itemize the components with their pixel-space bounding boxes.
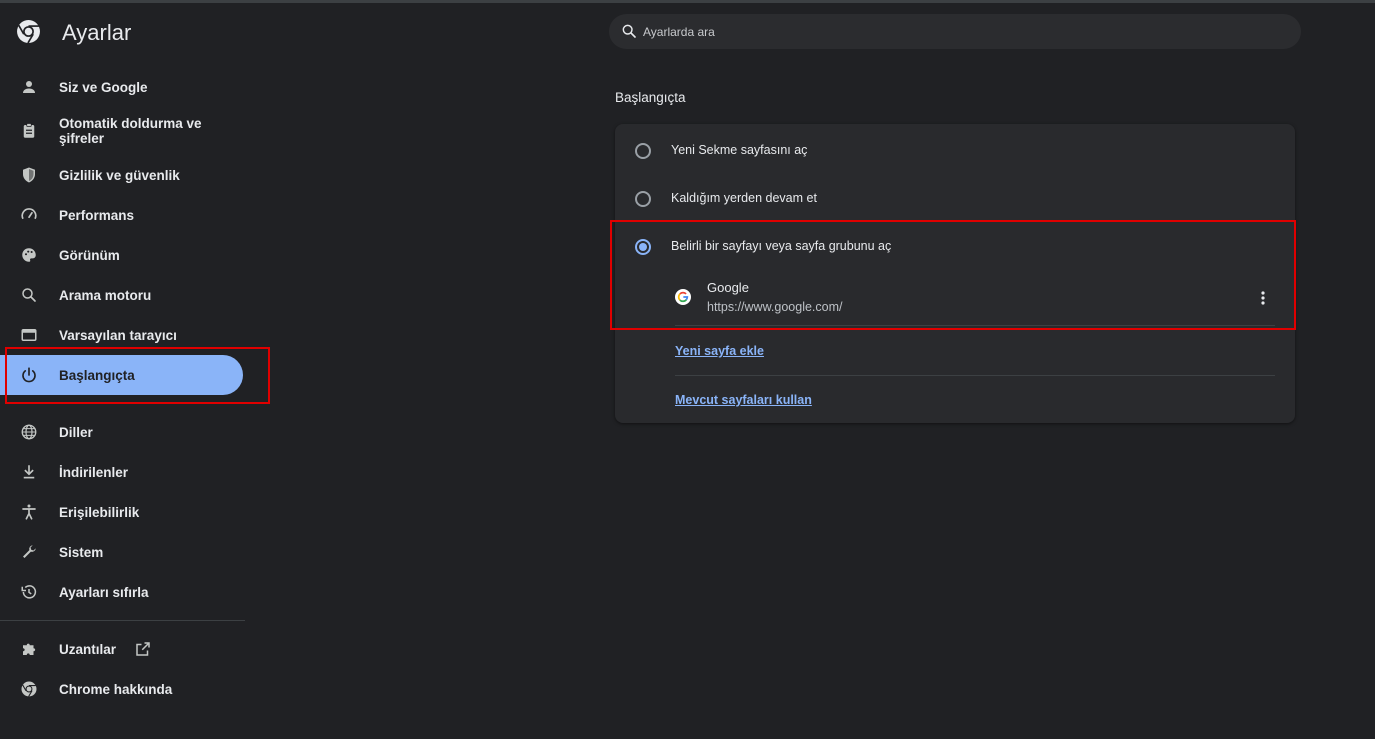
chrome-logo-icon bbox=[17, 20, 40, 44]
sidebar-item-label: Erişilebilirlik bbox=[59, 504, 140, 520]
sidebar-item-label: Varsayılan tarayıcı bbox=[59, 327, 177, 343]
wrench-icon bbox=[19, 542, 39, 562]
sidebar-item-label: Sistem bbox=[59, 544, 104, 560]
sidebar-item-reset-settings[interactable]: Ayarları sıfırla bbox=[0, 572, 243, 612]
sidebar-item-label: İndirilenler bbox=[59, 464, 129, 480]
sidebar-item-performance[interactable]: Performans bbox=[0, 195, 243, 235]
sidebar-item-default-browser[interactable]: Varsayılan tarayıcı bbox=[0, 315, 243, 355]
palette-icon bbox=[19, 245, 39, 265]
search-icon bbox=[19, 285, 39, 305]
sidebar-item-extensions[interactable]: Uzantılar bbox=[0, 629, 243, 669]
sidebar-item-appearance[interactable]: Görünüm bbox=[0, 235, 243, 275]
shield-icon bbox=[19, 165, 39, 185]
download-icon bbox=[19, 462, 39, 482]
sidebar-divider bbox=[0, 620, 245, 621]
radio-label: Yeni Sekme sayfasını aç bbox=[671, 143, 808, 157]
sidebar-item-search-engine[interactable]: Arama motoru bbox=[0, 275, 243, 315]
sidebar-item-label: Uzantılar bbox=[59, 641, 117, 657]
accessibility-icon bbox=[19, 502, 39, 522]
sidebar-item-about-chrome[interactable]: Chrome hakkında bbox=[0, 669, 243, 709]
person-icon bbox=[19, 77, 39, 97]
settings-search-box[interactable] bbox=[609, 14, 1301, 49]
use-current-pages-link[interactable]: Mevcut sayfaları kullan bbox=[675, 393, 812, 407]
add-new-page-link[interactable]: Yeni sayfa ekle bbox=[675, 344, 764, 358]
sidebar-item-autofill[interactable]: Otomatik doldurma ve şifreler bbox=[0, 111, 243, 151]
more-vert-icon bbox=[1261, 291, 1265, 305]
radio-label: Kaldığım yerden devam et bbox=[671, 191, 817, 205]
divider bbox=[675, 375, 1275, 376]
sidebar-item-label: Chrome hakkında bbox=[59, 681, 173, 697]
sidebar-item-label: Otomatik doldurma ve şifreler bbox=[59, 116, 202, 146]
page-title: Ayarlar bbox=[62, 20, 132, 45]
page-name: Google bbox=[707, 280, 749, 295]
sidebar-item-label: Arama motoru bbox=[59, 287, 152, 303]
sidebar-item-label: Ayarları sıfırla bbox=[59, 584, 149, 600]
sidebar-item-label: Performans bbox=[59, 207, 135, 223]
more-actions-button[interactable] bbox=[1247, 282, 1279, 314]
sidebar-item-system[interactable]: Sistem bbox=[0, 532, 243, 572]
radio-button-checked[interactable] bbox=[635, 239, 651, 255]
divider bbox=[675, 325, 1275, 326]
sidebar-item-accessibility[interactable]: Erişilebilirlik bbox=[0, 492, 243, 532]
radio-label: Belirli bir sayfayı veya sayfa grubunu a… bbox=[671, 239, 892, 253]
clipboard-icon bbox=[19, 121, 39, 141]
search-input[interactable] bbox=[643, 14, 1283, 49]
history-icon bbox=[19, 582, 39, 602]
sidebar-item-label: Başlangıçta bbox=[59, 367, 135, 383]
external-link-icon bbox=[136, 642, 150, 656]
sidebar-item-privacy[interactable]: Gizlilik ve güvenlik bbox=[0, 155, 243, 195]
sidebar-item-label: Diller bbox=[59, 424, 93, 440]
globe-icon bbox=[19, 422, 39, 442]
chrome-icon bbox=[19, 679, 39, 699]
sidebar-item-on-startup[interactable]: Başlangıçta bbox=[0, 355, 243, 395]
page-url: https://www.google.com/ bbox=[707, 300, 843, 314]
puzzle-icon bbox=[19, 639, 39, 659]
sidebar-item-downloads[interactable]: İndirilenler bbox=[0, 452, 243, 492]
sidebar-item-label: Görünüm bbox=[59, 247, 120, 263]
radio-button[interactable] bbox=[635, 143, 651, 159]
startup-option-new-tab[interactable]: Yeni Sekme sayfasını aç bbox=[615, 128, 1295, 172]
browser-window-icon bbox=[19, 325, 39, 345]
sidebar-item-label: Gizlilik ve güvenlik bbox=[59, 167, 180, 183]
speedometer-icon bbox=[19, 205, 39, 225]
sidebar-item-you-and-google[interactable]: Siz ve Google bbox=[0, 67, 243, 107]
section-title: Başlangıçta bbox=[615, 90, 686, 105]
google-favicon-icon bbox=[675, 289, 691, 305]
startup-option-continue[interactable]: Kaldığım yerden devam et bbox=[615, 176, 1295, 220]
startup-option-specific-pages[interactable]: Belirli bir sayfayı veya sayfa grubunu a… bbox=[615, 224, 1295, 268]
search-icon bbox=[622, 24, 636, 38]
sidebar-item-label: Siz ve Google bbox=[59, 79, 148, 95]
startup-settings-card: Yeni Sekme sayfasını aç Kaldığım yerden … bbox=[615, 124, 1295, 423]
startup-page-entry: Google https://www.google.com/ bbox=[675, 274, 1275, 324]
radio-button[interactable] bbox=[635, 191, 651, 207]
sidebar-item-languages[interactable]: Diller bbox=[0, 412, 243, 452]
power-icon bbox=[19, 365, 39, 385]
window-top-border bbox=[0, 0, 1375, 3]
